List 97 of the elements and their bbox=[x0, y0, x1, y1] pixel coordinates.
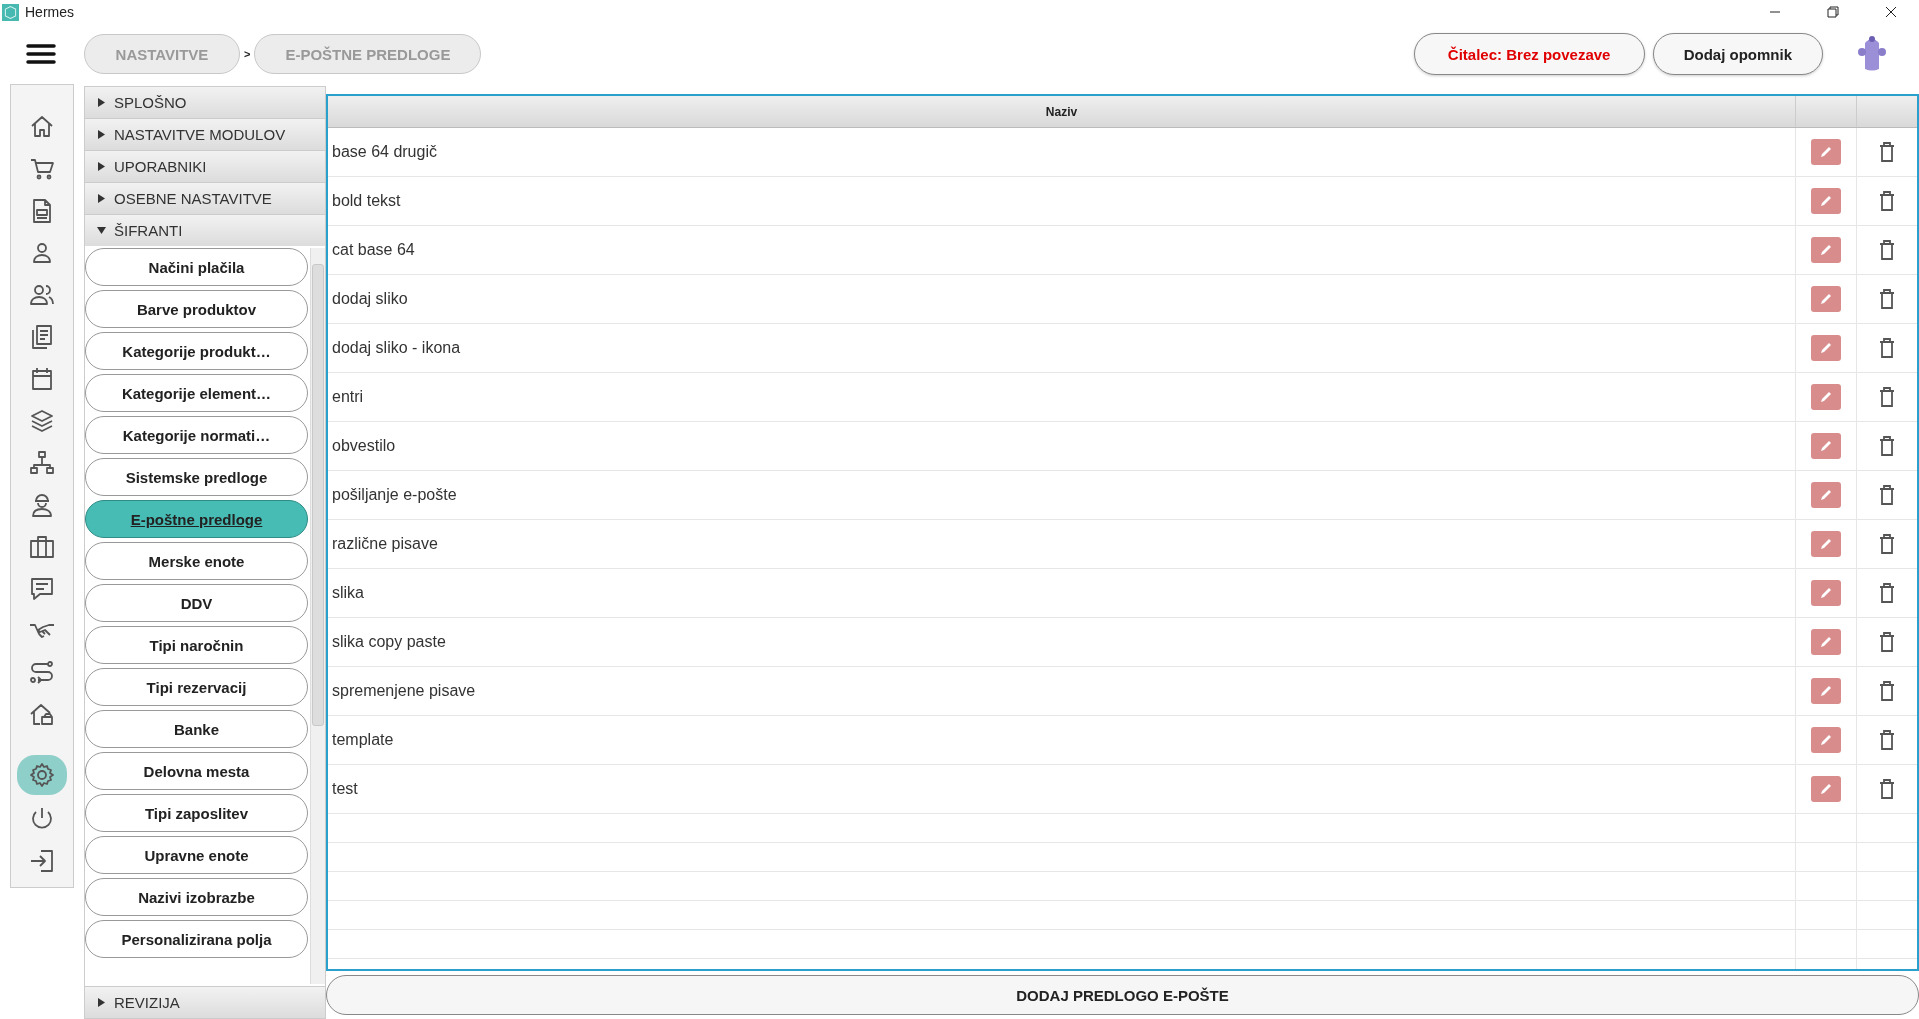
pencil-icon bbox=[1819, 733, 1833, 747]
edit-button[interactable] bbox=[1811, 286, 1841, 312]
codebook-item[interactable]: Načini plačila bbox=[85, 248, 308, 286]
add-template-button[interactable]: DODAJ PREDLOGO E-POŠTE bbox=[326, 975, 1919, 1015]
accordion-header[interactable]: REVIZIJA bbox=[85, 986, 325, 1018]
edit-button[interactable] bbox=[1811, 433, 1841, 459]
codebook-item[interactable]: Tipi naročnin bbox=[85, 626, 308, 664]
codebook-item[interactable]: Personalizirana polja bbox=[85, 920, 308, 958]
pencil-icon bbox=[1819, 390, 1833, 404]
trash-icon[interactable] bbox=[1879, 583, 1895, 603]
codebook-item[interactable]: Tipi rezervacij bbox=[85, 668, 308, 706]
template-name: bold tekst bbox=[332, 192, 401, 210]
pencil-icon bbox=[1819, 782, 1833, 796]
pencil-icon bbox=[1819, 341, 1833, 355]
codebook-item[interactable]: Barve produktov bbox=[85, 290, 308, 328]
accordion-header[interactable]: ŠIFRANTI bbox=[85, 214, 325, 246]
gear-icon[interactable] bbox=[17, 755, 67, 795]
edit-button[interactable] bbox=[1811, 776, 1841, 802]
edit-button[interactable] bbox=[1811, 237, 1841, 263]
pencil-icon bbox=[1819, 145, 1833, 159]
pencil-icon bbox=[1819, 635, 1833, 649]
pencil-icon bbox=[1819, 537, 1833, 551]
codebook-item[interactable]: Kategorije produkt… bbox=[85, 332, 308, 370]
trash-icon[interactable] bbox=[1879, 779, 1895, 799]
triangle-icon bbox=[97, 194, 106, 203]
template-name: spremenjene pisave bbox=[332, 682, 476, 700]
trash-icon[interactable] bbox=[1879, 730, 1895, 750]
app-logo-icon bbox=[2, 3, 19, 21]
edit-button[interactable] bbox=[1811, 384, 1841, 410]
trash-icon[interactable] bbox=[1879, 387, 1895, 407]
edit-button[interactable] bbox=[1811, 139, 1841, 165]
triangle-icon bbox=[97, 998, 106, 1007]
pencil-icon bbox=[1819, 194, 1833, 208]
trash-icon[interactable] bbox=[1879, 681, 1895, 701]
template-name: dodaj sliko - ikona bbox=[332, 339, 461, 357]
template-name: base 64 drugič bbox=[332, 143, 437, 161]
template-name: dodaj sliko bbox=[332, 290, 408, 308]
reader-status-button[interactable]: Čitalec: Brez povezave bbox=[1413, 33, 1645, 75]
edit-button[interactable] bbox=[1811, 335, 1841, 361]
pencil-icon bbox=[1819, 243, 1833, 257]
trash-icon[interactable] bbox=[1879, 534, 1895, 554]
mascot-icon[interactable] bbox=[1855, 35, 1889, 73]
menu-icon[interactable] bbox=[26, 43, 56, 65]
pencil-icon bbox=[1819, 684, 1833, 698]
codebook-item[interactable]: Merske enote bbox=[85, 542, 308, 580]
trash-icon[interactable] bbox=[1879, 632, 1895, 652]
template-name: obvestilo bbox=[332, 437, 396, 455]
pencil-icon bbox=[1819, 292, 1833, 306]
trash-icon[interactable] bbox=[1879, 338, 1895, 358]
codebook-item[interactable]: Nazivi izobrazbe bbox=[85, 878, 308, 916]
codebook-item[interactable]: Kategorije normati… bbox=[85, 416, 308, 454]
close-icon[interactable] bbox=[1885, 6, 1897, 18]
template-name: različne pisave bbox=[332, 535, 438, 553]
codebook-item[interactable]: Upravne enote bbox=[85, 836, 308, 874]
edit-button[interactable] bbox=[1811, 629, 1841, 655]
accordion-header[interactable]: NASTAVITVE MODULOV bbox=[85, 118, 325, 150]
triangle-icon bbox=[97, 226, 106, 235]
edit-button[interactable] bbox=[1811, 727, 1841, 753]
template-name: pošiljanje e-pošte bbox=[332, 486, 457, 504]
pencil-icon bbox=[1819, 488, 1833, 502]
accordion-header[interactable]: SPLOŠNO bbox=[85, 86, 325, 118]
codebook-item[interactable]: DDV bbox=[85, 584, 308, 622]
triangle-icon bbox=[97, 130, 106, 139]
trash-icon[interactable] bbox=[1879, 191, 1895, 211]
codebook-item[interactable]: Banke bbox=[85, 710, 308, 748]
breadcrumb-separator: > bbox=[244, 48, 251, 60]
add-reminder-button[interactable]: Dodaj opomnik bbox=[1652, 33, 1823, 75]
template-name: cat base 64 bbox=[332, 241, 415, 259]
template-name: entri bbox=[332, 388, 364, 406]
edit-button[interactable] bbox=[1811, 482, 1841, 508]
template-name: slika bbox=[332, 584, 364, 602]
trash-icon[interactable] bbox=[1879, 142, 1895, 162]
scrollbar[interactable] bbox=[310, 248, 325, 984]
edit-button[interactable] bbox=[1811, 531, 1841, 557]
edit-button[interactable] bbox=[1811, 188, 1841, 214]
template-name: template bbox=[332, 731, 394, 749]
template-name: test bbox=[332, 780, 358, 798]
codebook-item[interactable]: Delovna mesta bbox=[85, 752, 308, 790]
trash-icon[interactable] bbox=[1879, 485, 1895, 505]
trash-icon[interactable] bbox=[1879, 289, 1895, 309]
accordion-header[interactable]: UPORABNIKI bbox=[85, 150, 325, 182]
codebook-item[interactable]: Tipi zaposlitev bbox=[85, 794, 308, 832]
triangle-icon bbox=[97, 162, 106, 171]
codebook-item[interactable]: Sistemske predloge bbox=[85, 458, 308, 496]
trash-icon[interactable] bbox=[1879, 436, 1895, 456]
edit-button[interactable] bbox=[1811, 580, 1841, 606]
accordion-header[interactable]: OSEBNE NASTAVITVE bbox=[85, 182, 325, 214]
window-title: Hermes bbox=[25, 4, 74, 20]
triangle-icon bbox=[97, 98, 106, 107]
codebook-item[interactable]: E-poštne predloge bbox=[85, 500, 308, 538]
pencil-icon bbox=[1819, 439, 1833, 453]
restore-icon[interactable] bbox=[1827, 6, 1839, 18]
edit-button[interactable] bbox=[1811, 678, 1841, 704]
template-name: slika copy paste bbox=[332, 633, 446, 651]
trash-icon[interactable] bbox=[1879, 240, 1895, 260]
codebook-item[interactable]: Kategorije element… bbox=[85, 374, 308, 412]
pencil-icon bbox=[1819, 586, 1833, 600]
